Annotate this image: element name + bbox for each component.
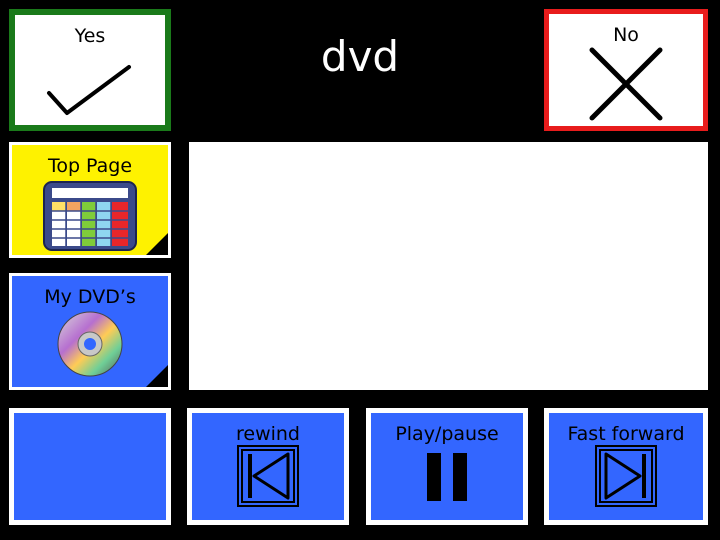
fast-forward-label: Fast forward [567,423,685,445]
skip-forward-icon [595,445,657,507]
pause-icon [427,453,467,501]
skip-back-icon [237,445,299,507]
page-title: dvd [320,32,400,81]
blank-button[interactable] [9,408,171,525]
yes-label: Yes [74,25,106,47]
rewind-label: rewind [235,423,300,445]
rewind-button[interactable]: rewind [187,408,349,525]
play-pause-button[interactable]: Play/pause [366,408,528,525]
page-fold-icon [146,233,168,255]
x-icon [589,47,663,121]
top-page-button[interactable]: Top Page [9,142,171,258]
grid-board-icon [43,181,137,251]
checkmark-icon [47,65,131,115]
play-pause-label: Play/pause [395,423,499,445]
page-fold-icon [146,365,168,387]
top-page-label: Top Page [47,155,133,177]
no-label: No [613,24,639,46]
yes-button[interactable]: Yes [9,9,171,131]
message-display-area [189,142,708,390]
my-dvds-label: My DVD’s [44,286,136,308]
dvd-disc-icon [57,311,123,377]
no-button[interactable]: No [544,9,708,131]
fast-forward-button[interactable]: Fast forward [544,408,708,525]
my-dvds-button[interactable]: My DVD’s [9,273,171,390]
